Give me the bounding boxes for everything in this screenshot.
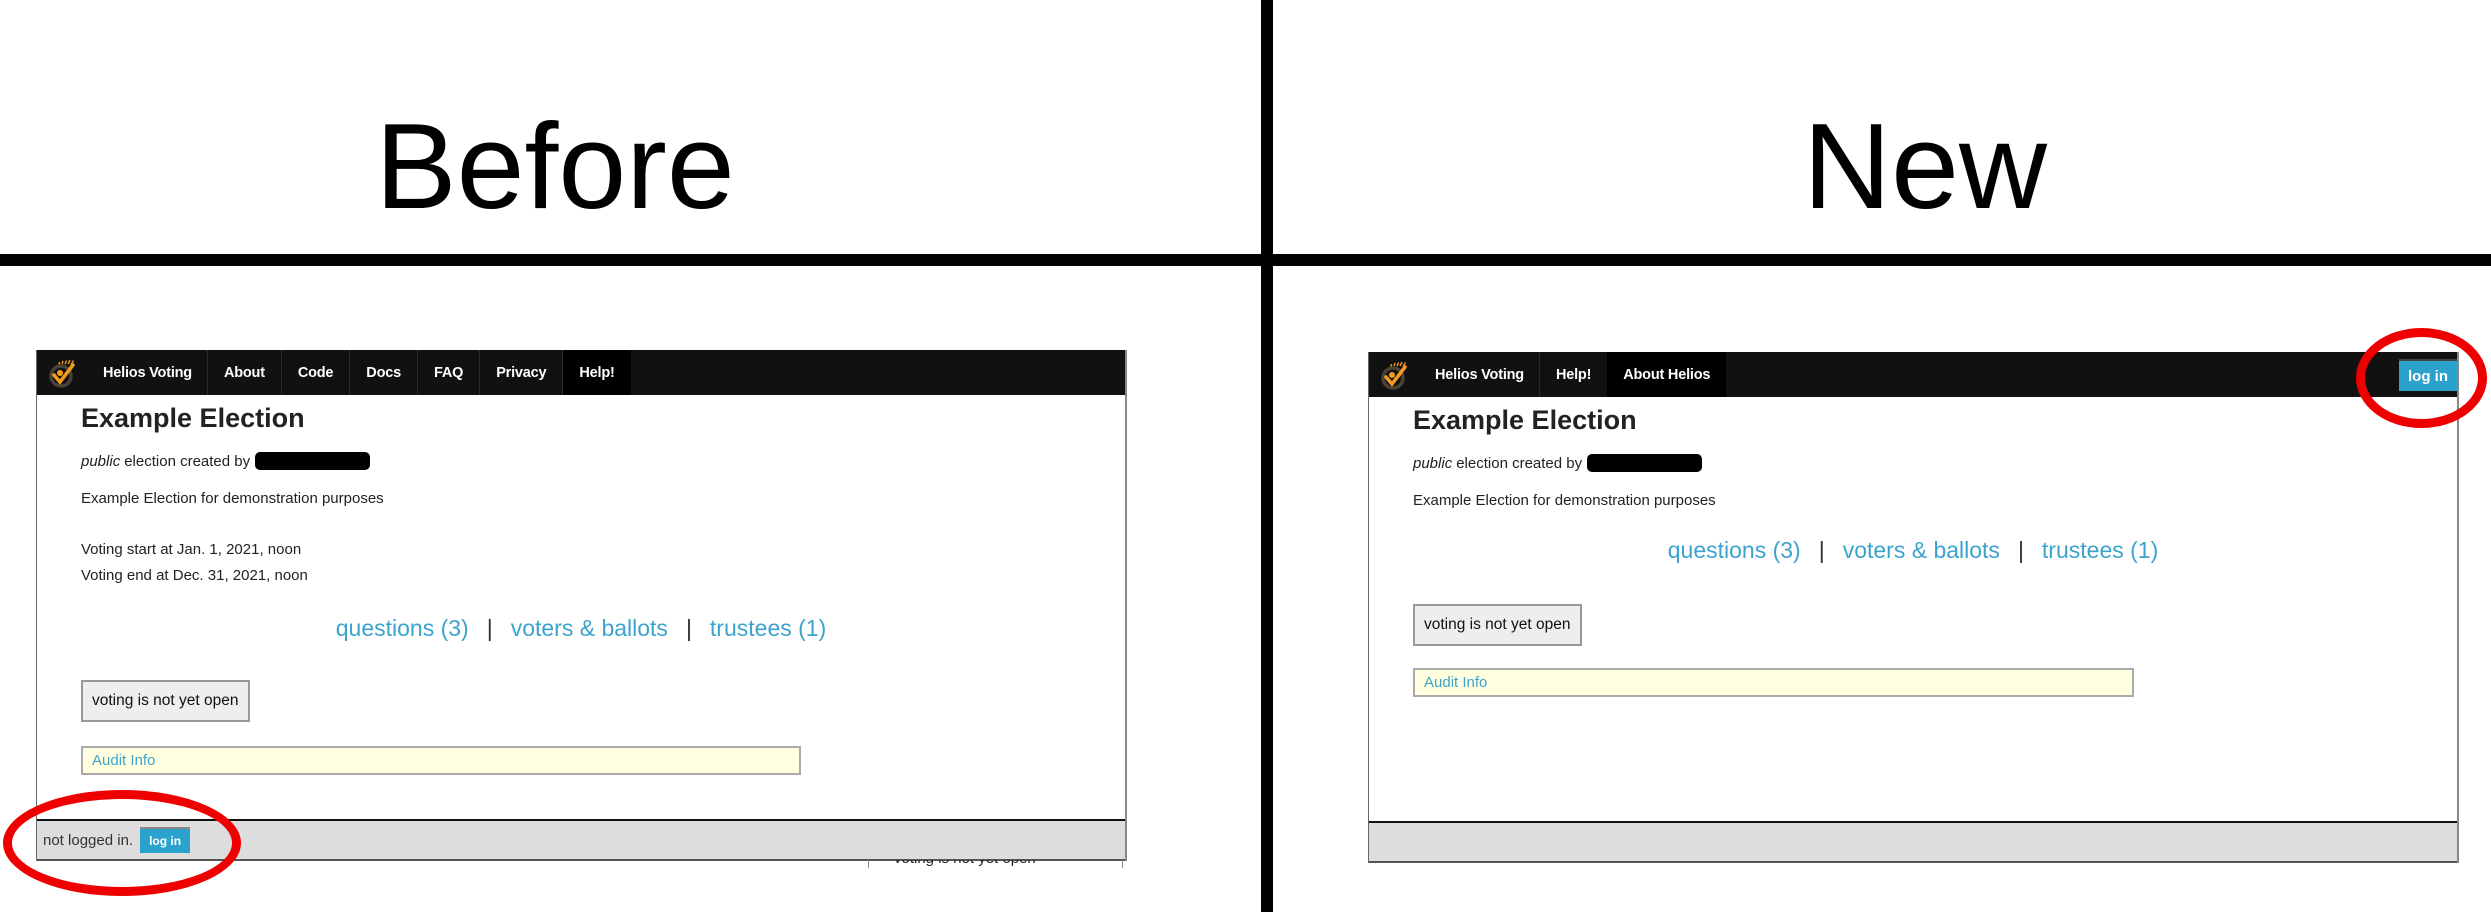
visibility-label: public	[1413, 454, 1453, 472]
questions-link[interactable]: questions (3)	[336, 615, 469, 641]
election-description: Example Election for demonstration purpo…	[1413, 492, 1716, 509]
new-screenshot: Helios Voting Help! About Helios log in …	[1368, 352, 2459, 863]
footer-bar: not logged in. log in	[37, 819, 1125, 861]
footer-bar	[1369, 821, 2457, 863]
election-title: Example Election	[81, 403, 305, 433]
nav-privacy[interactable]: Privacy	[479, 350, 562, 395]
nav-helios-voting[interactable]: Helios Voting	[89, 350, 207, 395]
voters-ballots-link[interactable]: voters & ballots	[1843, 537, 2000, 563]
nav-code[interactable]: Code	[280, 350, 349, 395]
voters-ballots-link[interactable]: voters & ballots	[511, 615, 668, 641]
nav-about[interactable]: About	[206, 350, 281, 395]
helios-logo-icon[interactable]	[1369, 352, 1421, 397]
vertical-divider	[1261, 0, 1273, 912]
link-separator: |	[2017, 537, 2024, 563]
nav-helios-voting[interactable]: Helios Voting	[1421, 352, 1539, 397]
election-description: Example Election for demonstration purpo…	[81, 490, 384, 507]
link-separator: |	[486, 615, 493, 641]
nav-bar: Helios Voting Help! About Helios log in	[1369, 352, 2457, 397]
election-content: Example Election public election created…	[1413, 397, 2457, 697]
helios-logo-icon[interactable]	[37, 350, 89, 395]
created-by-text: election created by	[124, 452, 251, 470]
election-created-by: public election created by	[81, 452, 1125, 470]
nav-faq[interactable]: FAQ	[416, 350, 479, 395]
before-heading: Before	[375, 98, 735, 234]
election-created-by: public election created by	[1413, 454, 2457, 472]
nav-docs[interactable]: Docs	[349, 350, 417, 395]
questions-link[interactable]: questions (3)	[1668, 537, 1801, 563]
login-button[interactable]: log in	[2399, 359, 2457, 391]
nav-help[interactable]: Help!	[562, 350, 631, 395]
election-title: Example Election	[1413, 405, 1637, 435]
audit-info-box[interactable]: Audit Info	[1413, 668, 2134, 697]
nav-bar: Helios Voting About Code Docs FAQ Privac…	[37, 350, 1125, 395]
visibility-label: public	[81, 452, 121, 470]
login-status: not logged in.	[43, 831, 134, 849]
link-separator: |	[685, 615, 692, 641]
nav-help[interactable]: Help!	[1538, 352, 1607, 397]
trustees-link[interactable]: trustees (1)	[710, 615, 826, 641]
login-button[interactable]: log in	[140, 827, 191, 853]
created-by-text: election created by	[1456, 454, 1583, 472]
clipped-render-artifact: voting is not yet open	[868, 860, 1123, 868]
new-heading: New	[1802, 98, 2048, 234]
nav-about-helios[interactable]: About Helios	[1607, 352, 1727, 397]
audit-info-box[interactable]: Audit Info	[81, 746, 801, 775]
redacted-creator	[1587, 454, 1703, 472]
voting-dates: Voting start at Jan. 1, 2021, noon Votin…	[81, 537, 1125, 589]
election-links: questions (3) | voters & ballots | trustees …	[37, 615, 1125, 642]
voting-start: Voting start at Jan. 1, 2021, noon	[81, 541, 302, 558]
horizontal-divider	[0, 254, 2491, 266]
voting-not-open-button[interactable]: voting is not yet open	[81, 680, 250, 722]
before-screenshot: Helios Voting About Code Docs FAQ Privac…	[36, 350, 1127, 861]
link-separator: |	[1818, 537, 1825, 563]
voting-end: Voting end at Dec. 31, 2021, noon	[81, 567, 308, 584]
election-content: Example Election public election created…	[81, 395, 1125, 775]
redacted-creator	[255, 452, 371, 470]
trustees-link[interactable]: trustees (1)	[2042, 537, 2158, 563]
voting-not-open-button[interactable]: voting is not yet open	[1413, 604, 1582, 646]
election-links: questions (3) | voters & ballots | trustees …	[1369, 537, 2457, 564]
